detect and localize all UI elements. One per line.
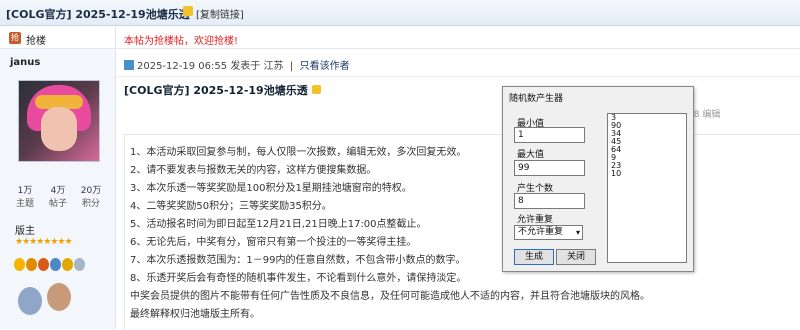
title-bar: [COLG官方] 2025-12-19池塘乐透 [复制链接]: [0, 0, 800, 26]
stat-label: 积分: [81, 199, 100, 209]
stat-points[interactable]: 20万 积分: [76, 183, 106, 209]
max-input[interactable]: 99: [514, 160, 585, 176]
copy-link-button[interactable]: [复制链接]: [196, 6, 244, 21]
medal-row: [14, 258, 86, 276]
count-input[interactable]: 8: [514, 193, 585, 209]
medal-icon[interactable]: [62, 258, 73, 271]
max-label: 最大值: [517, 150, 545, 160]
rank-stars: ★★★★★★★★: [15, 237, 73, 247]
medal-icon[interactable]: [50, 258, 61, 271]
dialog-title: 随机数产生器: [509, 94, 564, 104]
rule-line: 中奖会员提供的图片不能带有任何广告性质及不良信息，及任何可能造成他人不适的内容，…: [130, 291, 650, 302]
stat-label: 主题: [15, 199, 34, 209]
avatar-face: [41, 107, 77, 151]
repeat-label: 允许重复: [517, 215, 554, 225]
post-toolbar: [0, 26, 800, 49]
result-item: 10: [611, 169, 622, 178]
repeat-select-value: 不允许重复: [518, 227, 564, 237]
lock-icon: [311, 85, 321, 94]
grab-floor-notice: 本帖为抢楼帖，欢迎抢楼!: [124, 36, 239, 47]
post-date: 2025-12-19 06:55: [137, 61, 228, 72]
stat-value: 4万: [50, 186, 66, 196]
grab-floor-icon: 抢: [9, 32, 21, 44]
close-button[interactable]: 关闭: [556, 249, 596, 265]
post-meta: 2025-12-19 06:55 发表于 江苏 | 只看该作者: [124, 57, 350, 72]
results-list[interactable]: 3 90 34 45 64 9 23 10: [607, 113, 687, 263]
stat-label: 帖子: [48, 199, 67, 209]
grab-floor-label[interactable]: 抢楼: [26, 32, 46, 47]
only-author-link[interactable]: 只看该作者: [300, 61, 350, 72]
avatar[interactable]: [18, 80, 100, 162]
post-title-text: [COLG官方] 2025-12-19池塘乐透: [124, 84, 308, 97]
medal-icon[interactable]: [14, 258, 25, 271]
chibi-badge-icon[interactable]: [18, 287, 42, 315]
chevron-down-icon: ▾: [575, 228, 580, 237]
post-date-icon: [124, 60, 134, 70]
medal-icon[interactable]: [74, 258, 85, 271]
thread-title: [COLG官方] 2025-12-19池塘乐透: [6, 8, 190, 21]
medal-icon[interactable]: [38, 258, 49, 271]
repeat-select[interactable]: 不允许重复 ▾: [514, 225, 583, 240]
generate-button[interactable]: 生成: [514, 249, 554, 265]
min-input[interactable]: 1: [514, 127, 585, 143]
post-title: [COLG官方] 2025-12-19池塘乐透: [124, 82, 321, 98]
rule-line: 8、乐透开奖后会有奇怪的随机事件发生，不论看到什么意外，请保持淡定。: [130, 273, 467, 284]
sidebar-divider: [115, 26, 116, 329]
lock-icon: [183, 6, 193, 16]
random-number-dialog: 随机数产生器 最小值 1 最大值 99 产生个数 8 允许重复 不允许重复 ▾ 生…: [502, 86, 694, 272]
medal-icon[interactable]: [26, 258, 37, 271]
stat-threads[interactable]: 1万 主题: [10, 183, 40, 209]
stat-posts[interactable]: 4万 帖子: [43, 183, 73, 209]
user-role: 版主: [15, 226, 35, 237]
stat-value: 20万: [80, 186, 102, 196]
rule-line: 最终解释权归池塘版主所有。: [130, 309, 260, 320]
result-item: 64: [611, 145, 622, 154]
stat-value: 1万: [17, 186, 33, 196]
chibi-badge-icon[interactable]: [47, 283, 71, 311]
divider: [116, 76, 800, 77]
author-name[interactable]: janus: [10, 57, 40, 68]
post-location: 发表于 江苏: [230, 61, 284, 72]
